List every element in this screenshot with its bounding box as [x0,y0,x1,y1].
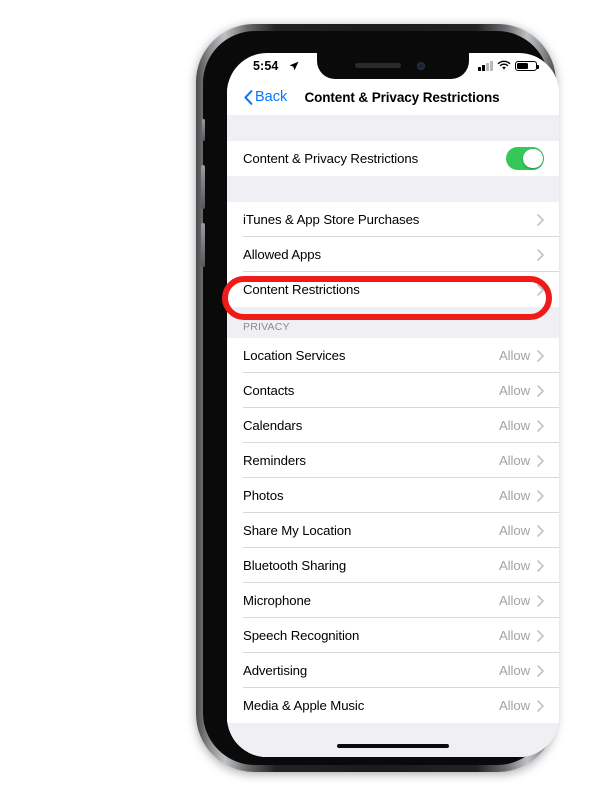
privacy-section-header: PRIVACY [227,307,559,338]
switch-knob [523,148,543,169]
chevron-right-icon [537,699,544,712]
row-label: Content Restrictions [243,282,360,297]
chevron-right-icon [537,283,544,296]
phone-screen: 5:54 Back Content & Privacy Restrictions… [227,53,559,757]
wifi-icon [497,60,511,70]
row-value: Allow [498,383,530,398]
row-label: Share My Location [243,523,352,538]
volume-up-button[interactable] [201,165,205,209]
row-label: Content & Privacy Restrictions [243,151,419,166]
chevron-right-icon [537,664,544,677]
chevron-right-icon [537,489,544,502]
row-value: Allow [498,348,530,363]
location-arrow-icon [289,61,299,71]
chevron-right-icon [537,419,544,432]
settings-list[interactable]: Content & Privacy Restrictions iTunes & … [227,115,559,757]
battery-icon [515,60,540,71]
privacy-group: Location Services Allow Contacts Allow C… [227,338,559,723]
chevron-right-icon [537,384,544,397]
row-label: Advertising [243,663,308,678]
spacer-top [227,115,559,141]
row-share-my-location[interactable]: Share My Location Allow [227,513,559,548]
row-label: Bluetooth Sharing [243,558,347,573]
navigation-bar: Back Content & Privacy Restrictions [227,83,559,115]
chevron-right-icon [537,349,544,362]
home-indicator[interactable] [337,743,449,748]
row-bluetooth-sharing[interactable]: Bluetooth Sharing Allow [227,548,559,583]
row-label: Calendars [243,418,303,433]
earpiece-speaker-icon [355,63,401,68]
row-photos[interactable]: Photos Allow [227,478,559,513]
row-content-restrictions[interactable]: Content Restrictions [227,272,559,307]
row-label: Media & Apple Music [243,698,365,713]
row-label: Contacts [243,383,295,398]
master-toggle-group: Content & Privacy Restrictions [227,141,559,176]
silent-switch-button[interactable] [202,119,205,141]
page-title: Content & Privacy Restrictions [304,90,500,105]
chevron-right-icon [537,454,544,467]
row-label: Speech Recognition [243,628,360,643]
volume-down-button[interactable] [201,223,205,267]
row-value: Allow [498,523,530,538]
chevron-right-icon [537,248,544,261]
row-value: Allow [498,628,530,643]
row-advertising[interactable]: Advertising Allow [227,653,559,688]
row-media-apple-music[interactable]: Media & Apple Music Allow [227,688,559,723]
row-value: Allow [498,663,530,678]
iphone-device-frame: 5:54 Back Content & Privacy Restrictions… [196,24,559,772]
row-label: Allowed Apps [243,247,321,262]
content-privacy-restrictions-switch[interactable] [506,147,544,170]
row-value: Allow [498,593,530,608]
row-value: Allow [498,488,530,503]
row-label: Location Services [243,348,346,363]
signal-bars-icon [478,61,493,71]
chevron-right-icon [537,524,544,537]
chevron-right-icon [537,594,544,607]
row-location-services[interactable]: Location Services Allow [227,338,559,373]
front-camera-icon [417,62,425,70]
display-notch [317,53,469,79]
row-speech-recognition[interactable]: Speech Recognition Allow [227,618,559,653]
chevron-right-icon [537,629,544,642]
row-label: Photos [243,488,284,503]
row-microphone[interactable]: Microphone Allow [227,583,559,618]
row-contacts[interactable]: Contacts Allow [227,373,559,408]
status-indicators [478,60,540,71]
row-value: Allow [498,558,530,573]
status-time: 5:54 [253,59,279,73]
spacer-after-toggle [227,176,559,202]
row-label: iTunes & App Store Purchases [243,212,420,227]
chevron-right-icon [537,559,544,572]
row-itunes-app-store-purchases[interactable]: iTunes & App Store Purchases [227,202,559,237]
row-reminders[interactable]: Reminders Allow [227,443,559,478]
row-content-privacy-restrictions-toggle[interactable]: Content & Privacy Restrictions [227,141,559,176]
row-label: Microphone [243,593,311,608]
row-label: Reminders [243,453,306,468]
chevron-right-icon [537,213,544,226]
row-value: Allow [498,698,530,713]
row-value: Allow [498,418,530,433]
restrictions-group: iTunes & App Store Purchases Allowed App… [227,202,559,307]
row-calendars[interactable]: Calendars Allow [227,408,559,443]
device-bezel: 5:54 Back Content & Privacy Restrictions… [201,31,559,765]
row-allowed-apps[interactable]: Allowed Apps [227,237,559,272]
row-value: Allow [498,453,530,468]
